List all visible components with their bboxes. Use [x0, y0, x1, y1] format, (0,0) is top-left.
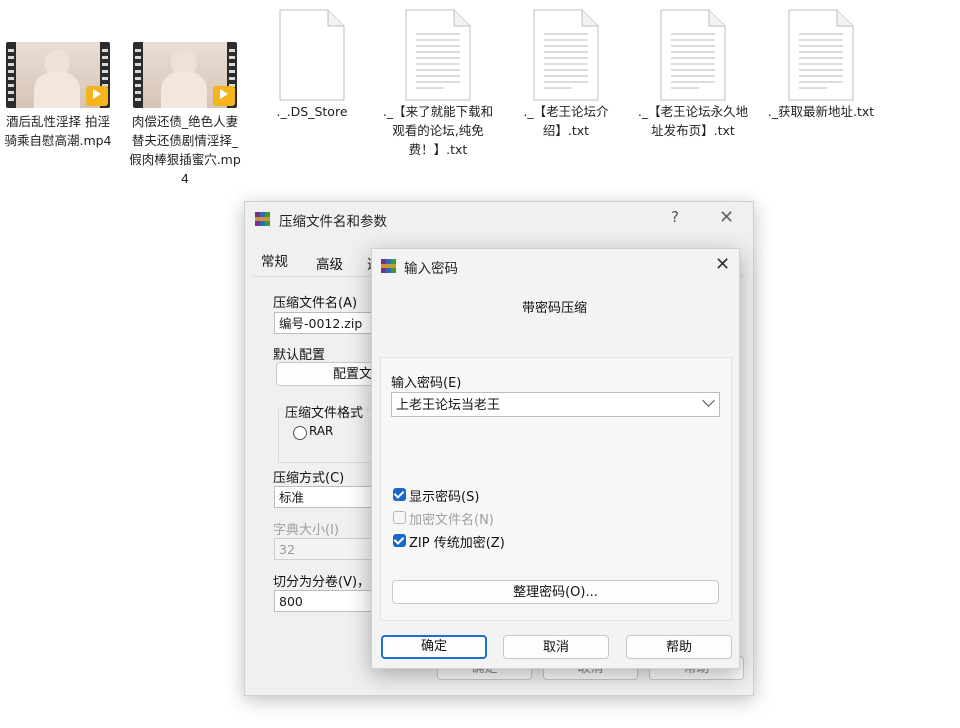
- video-thumbnail: [6, 42, 110, 108]
- rar-radio-label: RAR: [309, 424, 334, 438]
- player-badge-icon: [86, 86, 108, 106]
- encrypt-filenames-checkbox[interactable]: [393, 511, 406, 524]
- player-badge-icon: [213, 86, 235, 106]
- password-dialog: 输入密码 ✕ 带密码压缩 输入密码(E) 上老王论坛当老王 显示密码(S) 加密…: [371, 248, 740, 669]
- method-select[interactable]: 标准: [274, 486, 384, 508]
- close-icon[interactable]: ✕: [715, 254, 730, 275]
- zip-legacy-encryption-label: ZIP 传统加密(Z): [409, 536, 505, 551]
- text-file-icon: [404, 8, 472, 101]
- file-txt-3[interactable]: ._【老王论坛永久地址发布页】.txt: [637, 8, 749, 140]
- archive-dialog-titlebar: 压缩文件名和参数 ? ✕: [245, 202, 753, 236]
- video-thumbnail: [133, 42, 237, 108]
- file-ds-store[interactable]: ._.DS_Store: [256, 8, 368, 121]
- password-heading: 带密码压缩: [522, 301, 588, 316]
- file-name: ._【老王论坛永久地址发布页】.txt: [637, 104, 749, 138]
- dict-size-label: 字典大小(I): [273, 523, 339, 538]
- password-input[interactable]: 上老王论坛当老王: [391, 392, 720, 417]
- file-txt-2[interactable]: ._【老王论坛介绍】.txt: [510, 8, 622, 140]
- zip-legacy-encryption-checkbox[interactable]: [393, 534, 406, 547]
- text-file-icon: [787, 8, 855, 101]
- split-volume-label: 切分为分卷(V)，大: [273, 575, 384, 590]
- method-label: 压缩方式(C): [273, 471, 345, 486]
- file-name: ._【老王论坛介绍】.txt: [523, 104, 609, 138]
- help-icon[interactable]: ?: [671, 208, 679, 226]
- file-name: ._【来了就能下载和观看的论坛,纯免费！】.txt: [382, 104, 494, 157]
- encrypt-filenames-label: 加密文件名(N): [409, 513, 494, 528]
- archive-dialog-title: 压缩文件名和参数: [279, 214, 387, 230]
- show-password-label: 显示密码(S): [409, 490, 480, 505]
- cancel-button[interactable]: 取消: [503, 635, 609, 659]
- archive-name-input[interactable]: 编号-0012.zip: [274, 312, 384, 334]
- split-volume-input[interactable]: 800: [274, 590, 384, 612]
- ok-button[interactable]: 确定: [381, 635, 487, 659]
- winrar-icon: [380, 257, 398, 275]
- blank-file-icon: [278, 8, 346, 101]
- archive-name-label: 压缩文件名(A): [273, 296, 358, 311]
- file-name: 肉偿还债_绝色人妻替夫还债剧情淫择_假肉棒狠插蜜穴.mp4: [129, 114, 241, 186]
- file-name: ._.DS_Store: [276, 104, 348, 119]
- text-file-icon: [532, 8, 600, 101]
- file-video-2[interactable]: 肉偿还债_绝色人妻替夫还债剧情淫择_假肉棒狠插蜜穴.mp4: [129, 42, 241, 188]
- help-button[interactable]: 帮助: [626, 635, 732, 659]
- dict-size-select[interactable]: 32: [274, 538, 384, 560]
- password-label: 输入密码(E): [391, 376, 462, 391]
- file-txt-1[interactable]: ._【来了就能下载和观看的论坛,纯免费！】.txt: [382, 8, 494, 159]
- profile-button[interactable]: 配置文件: [276, 362, 386, 386]
- close-icon[interactable]: ✕: [719, 207, 734, 228]
- file-name: ._获取最新地址.txt: [767, 104, 875, 119]
- organize-passwords-button[interactable]: 整理密码(O)...: [392, 580, 719, 604]
- password-dialog-title: 输入密码: [404, 261, 458, 277]
- show-password-checkbox[interactable]: [393, 488, 406, 501]
- file-name: 酒后乱性淫择 拍淫骑乘自慰高潮.mp4: [4, 114, 112, 148]
- winrar-icon: [254, 210, 272, 228]
- file-video-1[interactable]: 酒后乱性淫择 拍淫骑乘自慰高潮.mp4: [2, 42, 114, 150]
- rar-radio[interactable]: [293, 426, 307, 440]
- tab-advanced[interactable]: 高级: [316, 253, 343, 273]
- default-profile-label: 默认配置: [273, 348, 326, 363]
- format-group-label: 压缩文件格式: [283, 402, 366, 421]
- file-txt-4[interactable]: ._获取最新地址.txt: [765, 8, 877, 121]
- tab-general[interactable]: 常规: [261, 250, 288, 270]
- text-file-icon: [659, 8, 727, 101]
